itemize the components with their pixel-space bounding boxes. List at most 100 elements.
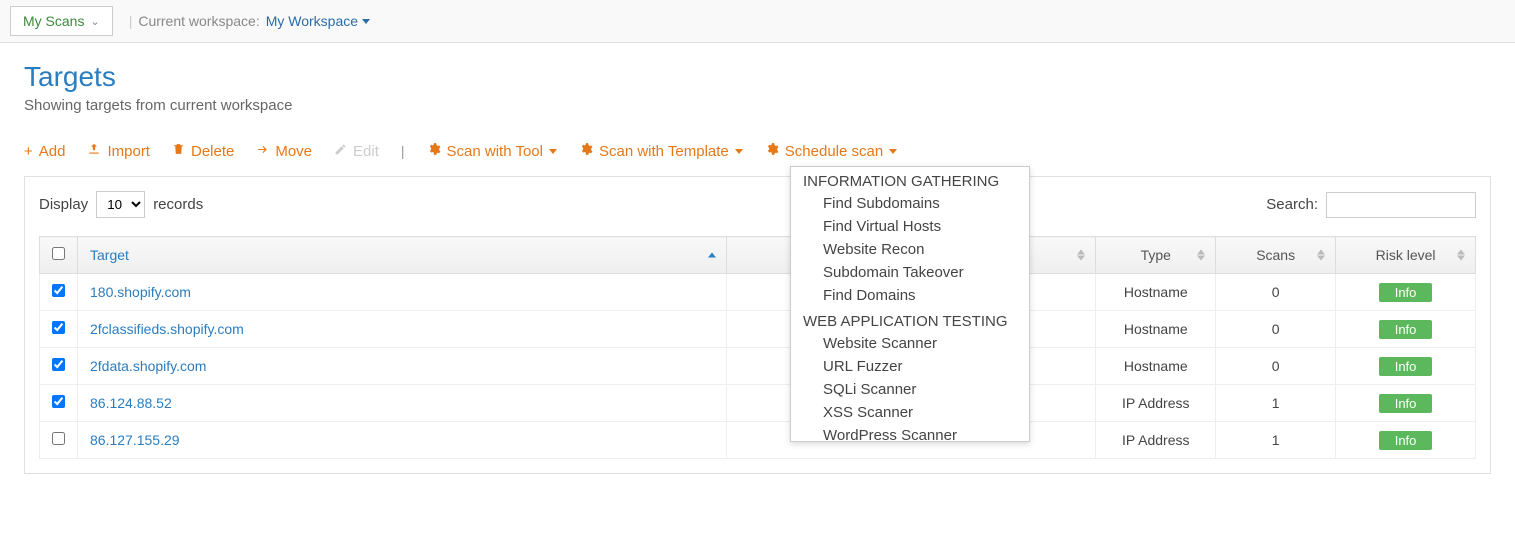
scans-cell: 1 bbox=[1216, 422, 1336, 459]
upload-icon bbox=[87, 142, 101, 160]
row-checkbox[interactable] bbox=[52, 321, 65, 334]
type-header-label: Type bbox=[1141, 247, 1171, 263]
dropdown-item[interactable]: Website Scanner bbox=[791, 332, 1029, 355]
trash-icon bbox=[172, 142, 185, 160]
arrow-right-icon bbox=[256, 143, 269, 160]
dropdown-item[interactable]: SQLi Scanner bbox=[791, 378, 1029, 401]
type-cell: Hostname bbox=[1096, 311, 1216, 348]
move-label: Move bbox=[275, 143, 312, 160]
my-scans-dropdown[interactable]: My Scans ⌄ bbox=[10, 6, 113, 36]
scan-tool-dropdown[interactable]: Scan with Tool bbox=[427, 142, 557, 160]
sort-indicator bbox=[1197, 250, 1205, 261]
row-checkbox[interactable] bbox=[52, 395, 65, 408]
scan-template-dropdown[interactable]: Scan with Template bbox=[579, 142, 743, 160]
sort-indicator bbox=[1077, 250, 1085, 261]
page-title: Targets bbox=[24, 61, 1491, 93]
target-header-label: Target bbox=[90, 247, 129, 263]
delete-label: Delete bbox=[191, 143, 234, 160]
display-control: Display 10 records bbox=[39, 191, 203, 218]
scans-header[interactable]: Scans bbox=[1216, 237, 1336, 274]
move-button[interactable]: Move bbox=[256, 143, 312, 160]
target-link[interactable]: 86.124.88.52 bbox=[90, 395, 172, 411]
scans-cell: 0 bbox=[1216, 274, 1336, 311]
edit-button: Edit bbox=[334, 143, 379, 160]
table-row: 2fdata.shopify.com Hostname 0 Info bbox=[40, 348, 1476, 385]
target-link[interactable]: 180.shopify.com bbox=[90, 284, 191, 300]
dropdown-item[interactable]: XSS Scanner bbox=[791, 401, 1029, 424]
scan-template-label: Scan with Template bbox=[599, 143, 729, 160]
sort-asc-icon bbox=[708, 253, 716, 258]
type-cell: IP Address bbox=[1096, 385, 1216, 422]
row-checkbox[interactable] bbox=[52, 358, 65, 371]
page-size-select[interactable]: 10 bbox=[96, 191, 145, 218]
action-separator: | bbox=[401, 143, 405, 159]
sort-desc-icon bbox=[1317, 256, 1325, 261]
gear-icon bbox=[579, 142, 593, 160]
scans-cell: 0 bbox=[1216, 348, 1336, 385]
search-label: Search: bbox=[1266, 196, 1318, 213]
dropdown-item[interactable]: Find Domains bbox=[791, 284, 1029, 307]
risk-header[interactable]: Risk level bbox=[1336, 237, 1476, 274]
target-link[interactable]: 2fclassifieds.shopify.com bbox=[90, 321, 244, 337]
scans-cell: 0 bbox=[1216, 311, 1336, 348]
import-button[interactable]: Import bbox=[87, 142, 150, 160]
type-cell: IP Address bbox=[1096, 422, 1216, 459]
sort-asc-icon bbox=[1197, 250, 1205, 255]
gear-icon bbox=[765, 142, 779, 160]
plus-icon: + bbox=[24, 143, 33, 160]
workspace-prefix: Current workspace: bbox=[138, 13, 259, 29]
schedule-label: Schedule scan bbox=[785, 143, 883, 160]
sort-desc-icon bbox=[1077, 256, 1085, 261]
row-checkbox[interactable] bbox=[52, 432, 65, 445]
target-link[interactable]: 2fdata.shopify.com bbox=[90, 358, 206, 374]
type-header[interactable]: Type bbox=[1096, 237, 1216, 274]
records-label: records bbox=[153, 196, 203, 213]
dropdown-item[interactable]: Subdomain Takeover bbox=[791, 261, 1029, 284]
targets-table-wrap: Display 10 records Search: Target bbox=[24, 176, 1491, 474]
caret-down-icon bbox=[549, 149, 557, 154]
risk-badge[interactable]: Info bbox=[1379, 394, 1433, 413]
risk-badge[interactable]: Info bbox=[1379, 283, 1433, 302]
sort-asc-icon bbox=[1317, 250, 1325, 255]
my-scans-label: My Scans bbox=[23, 13, 84, 29]
dropdown-item[interactable]: Find Virtual Hosts bbox=[791, 215, 1029, 238]
risk-badge[interactable]: Info bbox=[1379, 357, 1433, 376]
caret-down-icon bbox=[362, 19, 370, 24]
add-label: Add bbox=[39, 143, 66, 160]
scans-cell: 1 bbox=[1216, 385, 1336, 422]
import-label: Import bbox=[107, 143, 150, 160]
add-button[interactable]: + Add bbox=[24, 143, 65, 160]
caret-down-icon bbox=[889, 149, 897, 154]
table-row: 86.127.155.29 IP Address 1 Info bbox=[40, 422, 1476, 459]
select-all-header[interactable] bbox=[40, 237, 78, 274]
workspace-name: My Workspace bbox=[266, 13, 358, 29]
sort-indicator bbox=[708, 253, 716, 258]
targets-table: Target Type bbox=[39, 236, 1476, 459]
target-link[interactable]: 86.127.155.29 bbox=[90, 432, 180, 448]
scan-template-menu[interactable]: INFORMATION GATHERINGFind SubdomainsFind… bbox=[790, 166, 1030, 442]
edit-label: Edit bbox=[353, 143, 379, 160]
schedule-scan-dropdown[interactable]: Schedule scan bbox=[765, 142, 897, 160]
risk-badge[interactable]: Info bbox=[1379, 320, 1433, 339]
search-input[interactable] bbox=[1326, 192, 1476, 218]
target-header[interactable]: Target bbox=[78, 237, 727, 274]
page-subtitle: Showing targets from current workspace bbox=[24, 97, 1491, 114]
pipe-separator: | bbox=[129, 13, 133, 29]
type-cell: Hostname bbox=[1096, 348, 1216, 385]
risk-badge[interactable]: Info bbox=[1379, 431, 1433, 450]
table-header-row: Target Type bbox=[40, 237, 1476, 274]
table-row: 2fclassifieds.shopify.com Hostname 0 Inf… bbox=[40, 311, 1476, 348]
row-checkbox[interactable] bbox=[52, 284, 65, 297]
workspace-dropdown[interactable]: My Workspace bbox=[266, 13, 370, 29]
dropdown-item[interactable]: Find Subdomains bbox=[791, 192, 1029, 215]
dropdown-item[interactable]: Website Recon bbox=[791, 238, 1029, 261]
dropdown-group-header: WEB APPLICATION TESTING bbox=[791, 307, 1029, 332]
select-all-checkbox[interactable] bbox=[52, 247, 65, 260]
type-cell: Hostname bbox=[1096, 274, 1216, 311]
display-label: Display bbox=[39, 196, 88, 213]
delete-button[interactable]: Delete bbox=[172, 142, 234, 160]
dropdown-item[interactable]: URL Fuzzer bbox=[791, 355, 1029, 378]
table-controls: Display 10 records Search: bbox=[39, 191, 1476, 218]
sort-desc-icon bbox=[1457, 256, 1465, 261]
dropdown-item[interactable]: WordPress Scanner bbox=[791, 424, 1029, 442]
